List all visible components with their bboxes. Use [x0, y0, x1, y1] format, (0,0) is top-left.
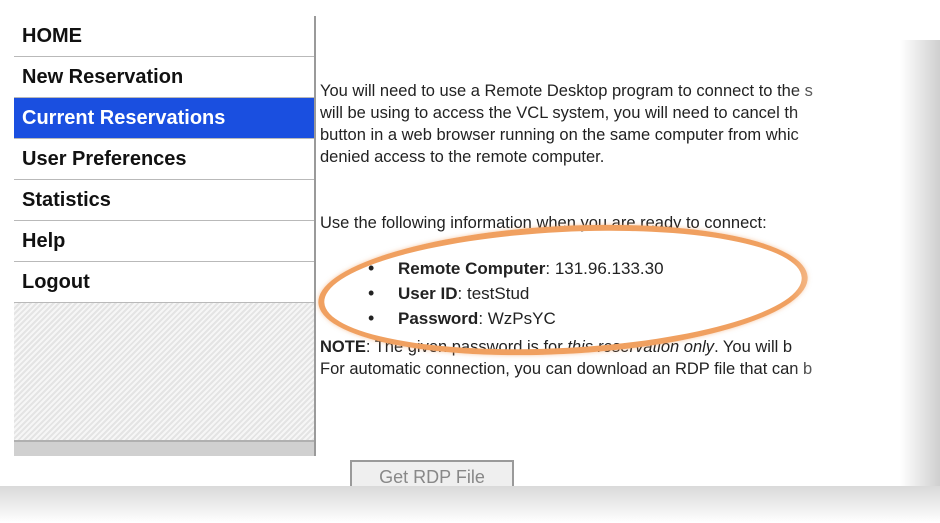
vcl-window: HOME New Reservation Current Reservation… — [8, 8, 940, 486]
page-shadow-right — [900, 40, 940, 486]
rdp-info-line: For automatic connection, you can downlo… — [320, 360, 813, 378]
sidebar-footer-bar — [14, 440, 314, 456]
sidebar-item-current-reservations[interactable]: Current Reservations — [14, 98, 314, 139]
sidebar-item-logout[interactable]: Logout — [14, 262, 314, 303]
note-text-end: . You will b — [714, 338, 793, 356]
sidebar-item-user-preferences[interactable]: User Preferences — [14, 139, 314, 180]
sidebar: HOME New Reservation Current Reservation… — [14, 16, 316, 456]
sidebar-nav: HOME New Reservation Current Reservation… — [14, 16, 314, 303]
instructions-line: button in a web browser running on the s… — [320, 126, 799, 144]
instructions-line: denied access to the remote computer. — [320, 148, 605, 166]
instructions-paragraph: You will need to use a Remote Desktop pr… — [320, 80, 813, 168]
instructions-line: will be using to access the VCL system, … — [320, 104, 799, 122]
sidebar-item-help[interactable]: Help — [14, 221, 314, 262]
get-rdp-file-button[interactable]: Get RDP File — [350, 460, 514, 486]
sidebar-item-new-reservation[interactable]: New Reservation — [14, 57, 314, 98]
page-shadow-bottom — [0, 486, 940, 523]
instructions-line: You will need to use a Remote Desktop pr… — [320, 82, 813, 100]
sidebar-item-home[interactable]: HOME — [14, 16, 314, 57]
sidebar-item-statistics[interactable]: Statistics — [14, 180, 314, 221]
note-label: NOTE — [320, 338, 366, 356]
